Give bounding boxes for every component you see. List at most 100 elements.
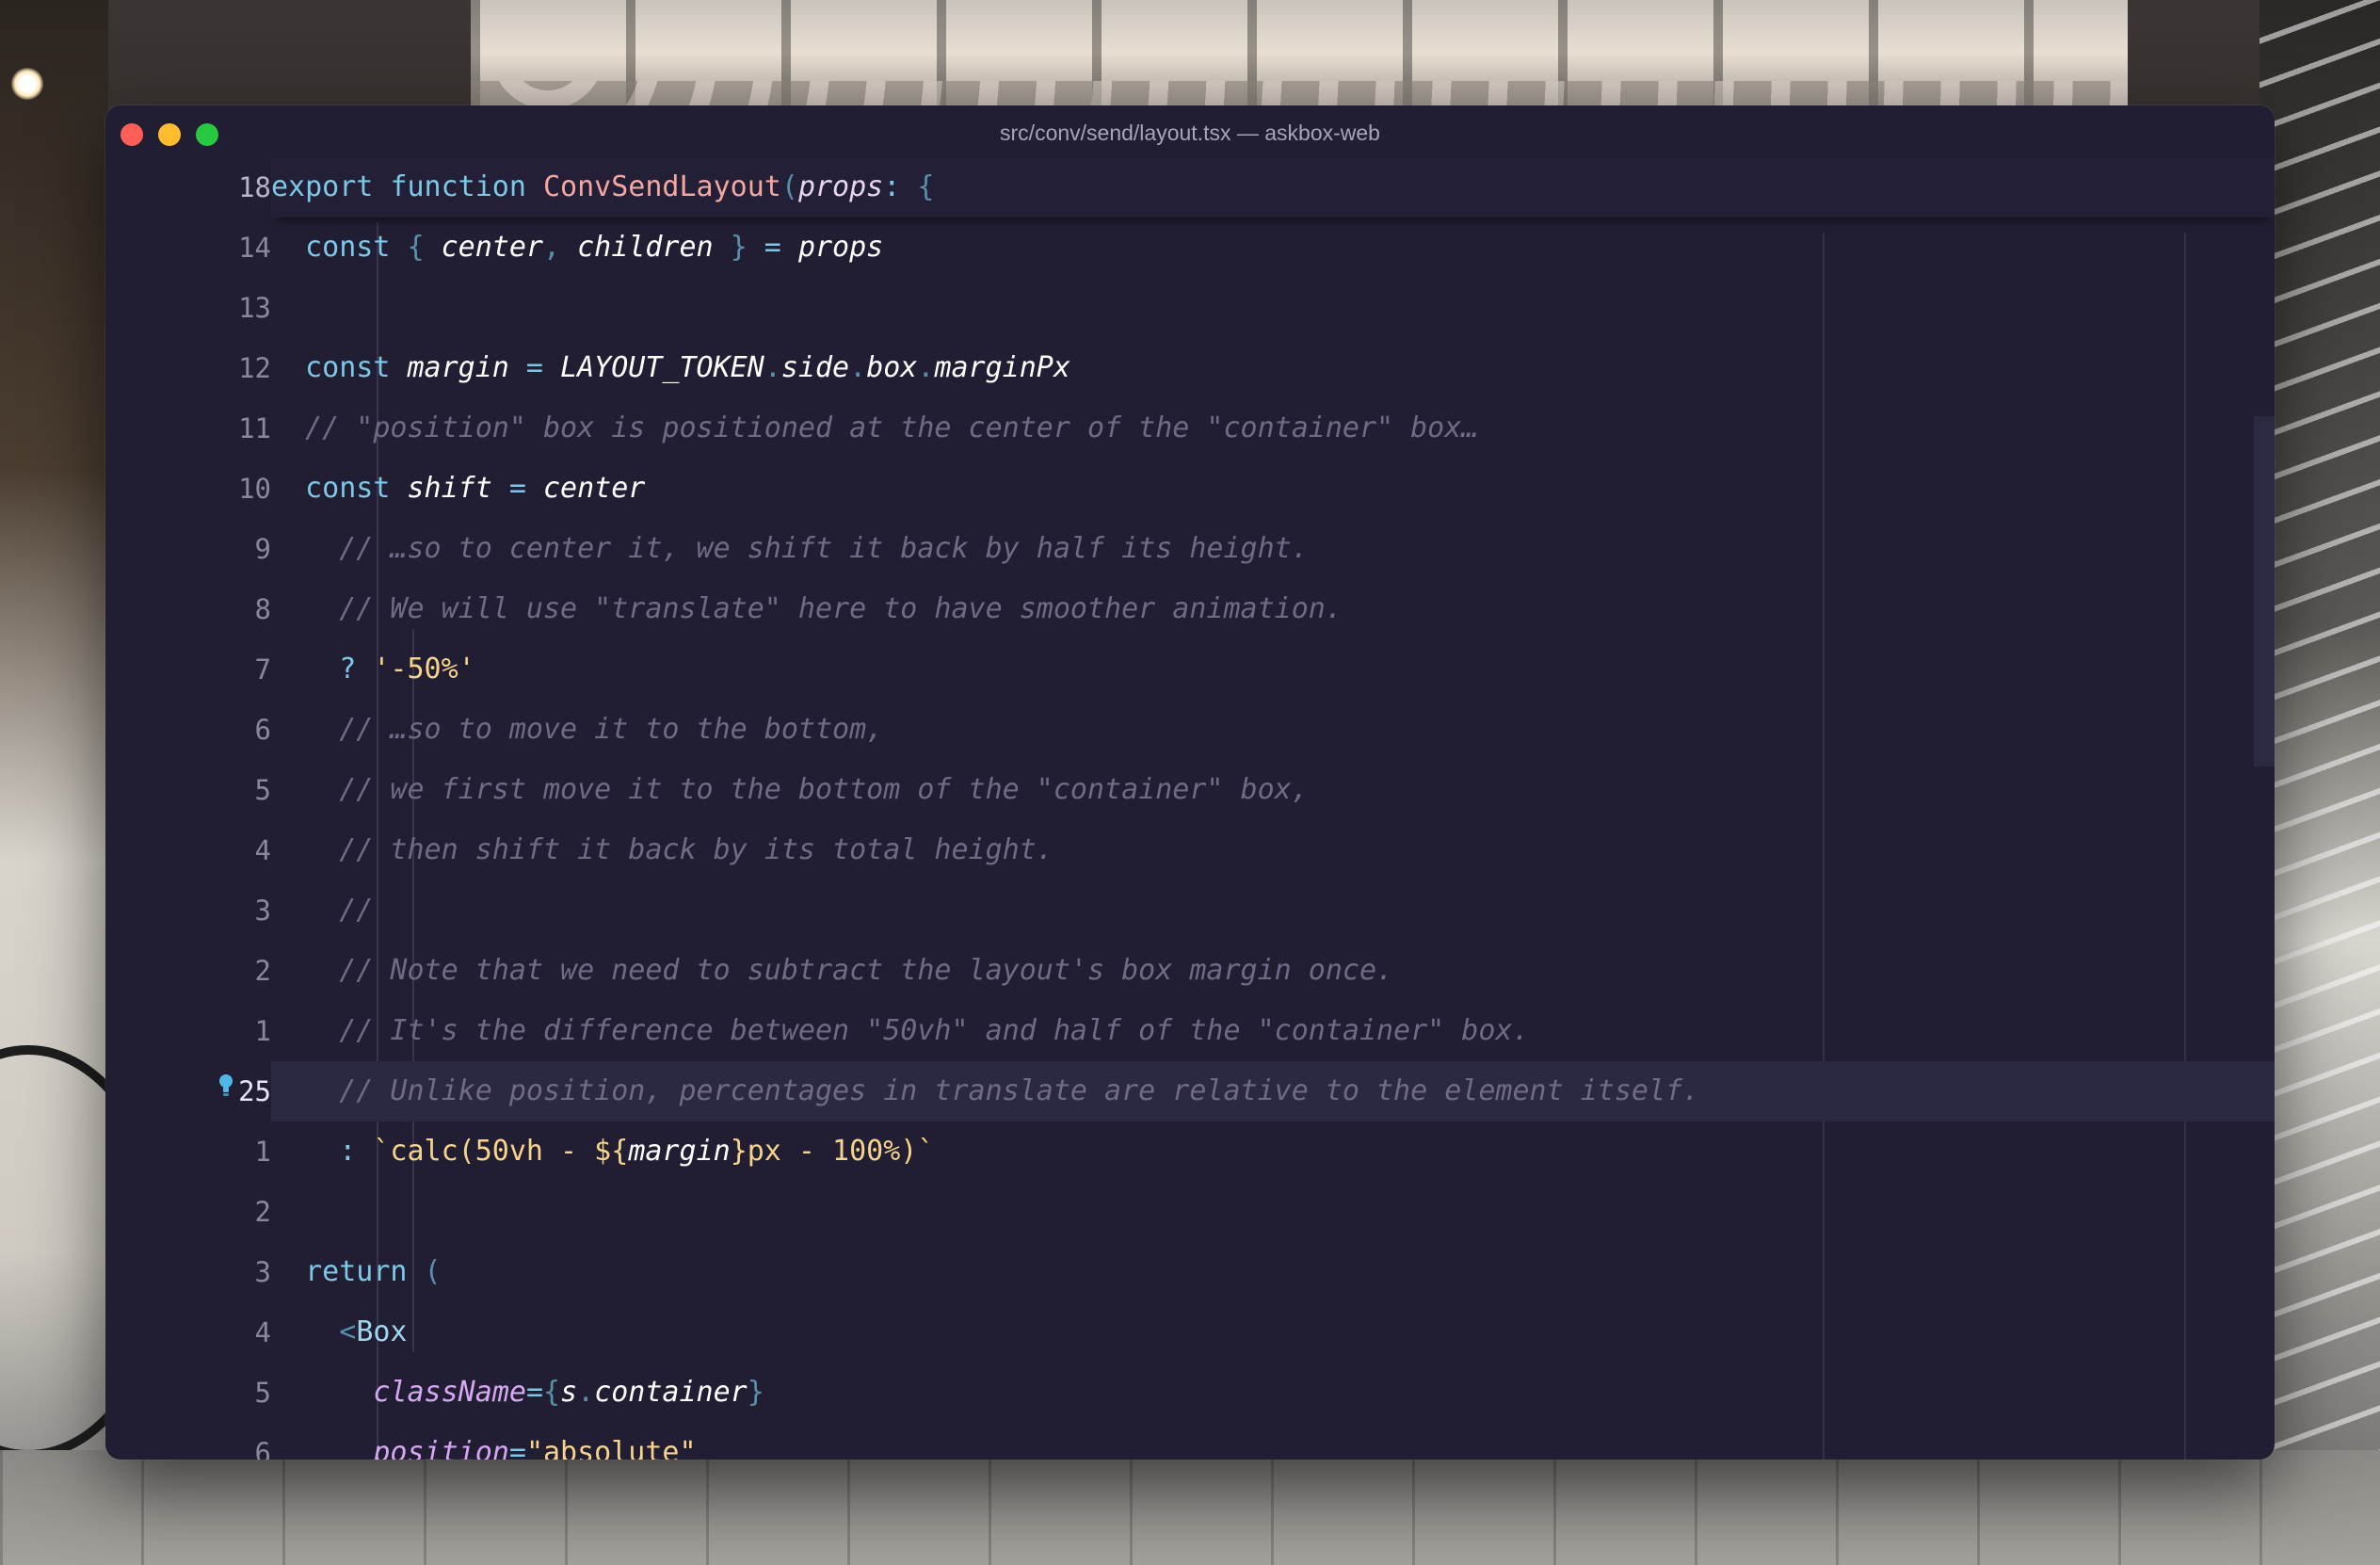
code-token: = xyxy=(491,472,543,505)
line-number[interactable]: 9 xyxy=(130,519,271,579)
code-token: const xyxy=(305,231,391,264)
code-token: = xyxy=(508,351,561,384)
line-number[interactable]: 12 xyxy=(130,338,271,398)
title-bar[interactable]: src/conv/send/layout.tsx — askbox-web xyxy=(105,105,2275,162)
code-token: "absolute" xyxy=(525,1436,697,1460)
code-token: // We will use "translate" here to have … xyxy=(271,592,1343,625)
code-token: margin xyxy=(628,1135,731,1168)
code-token: position xyxy=(373,1436,509,1460)
code-token: s xyxy=(560,1376,578,1409)
pavement xyxy=(0,1450,2380,1565)
code-line[interactable] xyxy=(271,278,2275,338)
code-line[interactable]: // xyxy=(271,880,2275,941)
code-token: const xyxy=(305,472,391,505)
code-token: className xyxy=(373,1376,526,1409)
code-editor[interactable]: 18 14 13 12 11 10 9 8 7 6 5 4 3 2 1 25 1 2 3 4 5 6 export fun… xyxy=(105,157,2275,1460)
code-line[interactable]: : `calc(50vh - ${margin}px - 100%)` xyxy=(271,1121,2275,1182)
line-number[interactable]: 6 xyxy=(130,1423,271,1460)
code-token: // Note that we need to subtract the lay… xyxy=(271,954,1394,987)
code-token: . xyxy=(849,351,867,384)
line-number[interactable]: 4 xyxy=(130,1302,271,1363)
code-line[interactable]: // then shift it back by its total heigh… xyxy=(271,820,2275,880)
line-number[interactable]: 25 xyxy=(130,1061,271,1121)
line-number[interactable]: 2 xyxy=(130,941,271,1001)
code-token: , xyxy=(543,231,561,264)
code-token: . xyxy=(577,1376,595,1409)
code-token: { xyxy=(543,1376,561,1409)
code-line[interactable]: const margin = LAYOUT_TOKEN.side.box.mar… xyxy=(271,338,2275,398)
code-line[interactable]: <Box xyxy=(271,1302,2275,1363)
code-line[interactable] xyxy=(271,1182,2275,1242)
line-number[interactable]: 11 xyxy=(130,398,271,459)
code-token: ( xyxy=(407,1255,442,1288)
line-number-gutter[interactable]: 18 14 13 12 11 10 9 8 7 6 5 4 3 2 1 25 1 2 3 4 5 6 xyxy=(105,162,271,1460)
code-token: ( xyxy=(780,170,798,203)
code-token: // then shift it back by its total heigh… xyxy=(271,833,1053,866)
line-number[interactable]: 10 xyxy=(130,459,271,519)
line-number[interactable]: 13 xyxy=(130,278,271,338)
code-line[interactable]: // It's the difference between "50vh" an… xyxy=(271,1001,2275,1061)
line-number[interactable]: 2 xyxy=(130,1182,271,1242)
line-number[interactable]: 3 xyxy=(130,880,271,941)
code-token: shift xyxy=(390,472,492,505)
code-token: . xyxy=(917,351,935,384)
scrollbar-thumb[interactable] xyxy=(2254,416,2275,766)
code-token: center xyxy=(424,231,543,264)
code-line[interactable]: const { center, children } = props xyxy=(271,218,2275,278)
current-code-line[interactable]: // Unlike position, percentages in trans… xyxy=(271,1061,2275,1121)
code-line[interactable]: // "position" box is positioned at the c… xyxy=(271,398,2275,459)
code-line[interactable]: const shift = center xyxy=(271,459,2275,519)
code-token: = xyxy=(508,1436,526,1460)
roof-tiles xyxy=(471,0,2128,105)
line-number[interactable]: 18 xyxy=(130,157,271,218)
code-token: box xyxy=(866,351,918,384)
code-line[interactable]: // Note that we need to subtract the lay… xyxy=(271,941,2275,1001)
line-number[interactable]: 6 xyxy=(130,700,271,760)
line-number[interactable]: 4 xyxy=(130,820,271,880)
code-line[interactable]: position="absolute" xyxy=(271,1423,2275,1460)
lightbulb-icon[interactable] xyxy=(218,1073,233,1097)
code-token: }px - 100%)` xyxy=(730,1135,935,1168)
code-token: { xyxy=(917,170,935,203)
code-line[interactable]: // …so to center it, we shift it back by… xyxy=(271,519,2275,579)
editor-window[interactable]: src/conv/send/layout.tsx — askbox-web 18… xyxy=(105,105,2275,1460)
code-line[interactable]: // …so to move it to the bottom, xyxy=(271,700,2275,760)
line-number[interactable]: 5 xyxy=(130,1363,271,1423)
line-number[interactable]: 1 xyxy=(130,1001,271,1061)
sticky-scroll-line[interactable]: export function ConvSendLayout(props: { xyxy=(271,157,2275,218)
code-token: export xyxy=(271,170,374,203)
line-number[interactable]: 1 xyxy=(130,1121,271,1182)
line-number[interactable]: 7 xyxy=(130,639,271,700)
code-token: // …so to move it to the bottom, xyxy=(271,713,884,746)
staircase-right xyxy=(2259,0,2380,1565)
code-token: props xyxy=(797,170,884,203)
code-line[interactable]: className={s.container} xyxy=(271,1363,2275,1423)
code-area[interactable]: export function ConvSendLayout(props: { … xyxy=(271,157,2275,1460)
code-token: : xyxy=(339,1135,374,1168)
code-line[interactable]: return ( xyxy=(271,1242,2275,1302)
code-token: props xyxy=(797,231,884,264)
code-token: // xyxy=(271,894,374,927)
code-token: } xyxy=(730,231,748,264)
line-number[interactable]: 8 xyxy=(130,579,271,639)
code-line[interactable]: // We will use "translate" here to have … xyxy=(271,579,2275,639)
code-token: `calc(50vh - ${ xyxy=(373,1135,629,1168)
code-line[interactable]: ? '-50%' xyxy=(271,639,2275,700)
code-token: { xyxy=(407,231,425,264)
code-token: LAYOUT_TOKEN xyxy=(560,351,764,384)
line-number[interactable]: 3 xyxy=(130,1242,271,1302)
line-number[interactable]: 14 xyxy=(130,218,271,278)
line-number[interactable]: 5 xyxy=(130,760,271,820)
code-token: margin xyxy=(390,351,509,384)
code-token: Box xyxy=(356,1315,408,1348)
code-token: // It's the difference between "50vh" an… xyxy=(271,1014,1530,1047)
code-line[interactable]: // we first move it to the bottom of the… xyxy=(271,760,2275,820)
